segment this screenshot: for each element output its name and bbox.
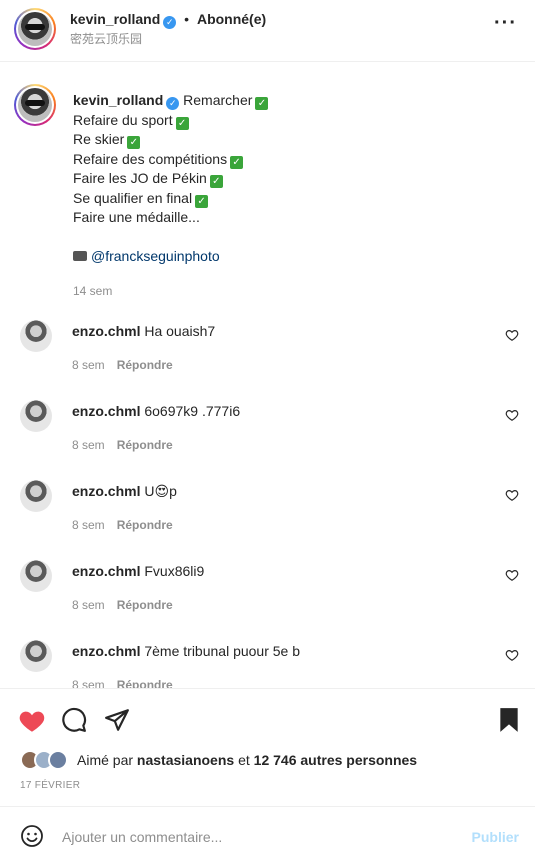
reply-button[interactable]: Répondre bbox=[117, 438, 173, 452]
commenter-avatar[interactable] bbox=[20, 320, 52, 352]
reply-button[interactable]: Répondre bbox=[117, 598, 173, 612]
caption-username[interactable]: kevin_rolland bbox=[73, 92, 163, 108]
post-location[interactable]: 密苑云顶乐园 bbox=[70, 30, 142, 47]
check-mark-icon: ✓ bbox=[195, 194, 209, 208]
add-comment-bar: Ajouter un commentaire... Publier bbox=[0, 806, 535, 854]
follow-status-button[interactable]: Abonné(e) bbox=[197, 11, 266, 27]
like-comment-heart-icon[interactable] bbox=[505, 408, 519, 422]
comment-text: Fvux86li9 bbox=[144, 563, 205, 579]
caption-line: Re skier bbox=[73, 131, 125, 147]
post-header: kevin_rolland ✓ • Abonné(e) 密苑云顶乐园 ··· bbox=[0, 0, 535, 62]
verified-badge-icon: ✓ bbox=[166, 97, 180, 110]
caption-line: Refaire des compétitions bbox=[73, 150, 228, 167]
comment-item: enzo.chml 6o697k9 .777i6 8 sem Répondre bbox=[0, 400, 535, 480]
caption-line: Faire une médaille... bbox=[73, 209, 200, 225]
comment-text: 6o697k9 .777i6 bbox=[144, 403, 241, 419]
comment-item: enzo.chml U😍p 8 sem Répondre bbox=[0, 480, 535, 560]
header-separator: • bbox=[184, 11, 190, 27]
caption-line: Faire les JO de Pékin bbox=[73, 170, 207, 186]
like-heart-icon[interactable] bbox=[18, 707, 46, 733]
reply-button[interactable]: Répondre bbox=[117, 358, 173, 372]
comment-time[interactable]: 8 sem bbox=[72, 598, 105, 612]
likes-summary: Aimé par nastasianoens et 12 746 autres … bbox=[0, 748, 535, 776]
comment-time[interactable]: 8 sem bbox=[72, 518, 105, 532]
comment-time[interactable]: 8 sem bbox=[72, 358, 105, 372]
comment-input[interactable]: Ajouter un commentaire... bbox=[62, 829, 222, 845]
caption-line: Se qualifier en final bbox=[73, 189, 193, 206]
post-action-bar bbox=[0, 688, 535, 748]
check-mark-icon: ✓ bbox=[127, 136, 141, 149]
post-date[interactable]: 17 FÉVRIER bbox=[20, 780, 80, 791]
comment-text: Ha ouaish7 bbox=[144, 323, 216, 339]
author-username[interactable]: kevin_rolland bbox=[70, 11, 160, 27]
caption-time[interactable]: 14 sem bbox=[73, 284, 112, 298]
check-mark-icon: ✓ bbox=[230, 155, 244, 169]
commenter-username[interactable]: enzo.chml bbox=[72, 563, 140, 579]
like-comment-heart-icon[interactable] bbox=[505, 568, 519, 582]
commenter-avatar[interactable] bbox=[20, 480, 52, 512]
like-comment-heart-icon[interactable] bbox=[505, 488, 519, 502]
check-mark-icon: ✓ bbox=[209, 175, 223, 188]
likes-conjunction: et bbox=[238, 752, 250, 768]
comment-item: enzo.chml 7ème tribunal puour 5e b 8 sem… bbox=[0, 640, 535, 688]
comment-item: enzo.chml Fvux86li9 8 sem Répondre bbox=[0, 560, 535, 640]
caption-author-avatar[interactable] bbox=[14, 84, 56, 126]
comment-bubble-icon[interactable] bbox=[61, 707, 87, 733]
comment-time[interactable]: 8 sem bbox=[72, 438, 105, 452]
author-avatar[interactable] bbox=[14, 8, 56, 50]
caption-line: Refaire du sport bbox=[73, 111, 173, 128]
caption-line: Remarcher bbox=[183, 92, 253, 108]
commenter-username[interactable]: enzo.chml bbox=[72, 403, 140, 419]
like-comment-heart-icon[interactable] bbox=[505, 328, 519, 342]
commenter-avatar[interactable] bbox=[20, 640, 52, 672]
verified-badge-icon: ✓ bbox=[163, 16, 177, 29]
liker-avatars[interactable] bbox=[20, 750, 72, 770]
commenter-username[interactable]: enzo.chml bbox=[72, 643, 140, 659]
reply-button[interactable]: Répondre bbox=[117, 678, 173, 688]
likes-prefix: Aimé par bbox=[77, 752, 134, 768]
comment-text: 7ème tribunal puour 5e b bbox=[144, 643, 301, 659]
reply-button[interactable]: Répondre bbox=[117, 518, 173, 532]
liker-avatar bbox=[48, 750, 68, 770]
comment-text: U😍p bbox=[144, 483, 177, 499]
video-camera-icon bbox=[73, 251, 87, 261]
other-likers-link[interactable]: 12 746 autres personnes bbox=[254, 752, 417, 768]
commenter-username[interactable]: enzo.chml bbox=[72, 483, 140, 499]
check-mark-icon: ✓ bbox=[255, 97, 269, 110]
commenter-avatar[interactable] bbox=[20, 400, 52, 432]
liker-username[interactable]: nastasianoens bbox=[137, 752, 234, 768]
more-options-icon[interactable]: ··· bbox=[494, 12, 517, 35]
like-comment-heart-icon[interactable] bbox=[505, 648, 519, 662]
publish-button[interactable]: Publier bbox=[472, 829, 519, 845]
comment-item: enzo.chml Ha ouaish7 8 sem Répondre bbox=[0, 320, 535, 400]
commenter-username[interactable]: enzo.chml bbox=[72, 323, 140, 339]
caption-text: kevin_rolland ✓ Remarcher ✓ Refaire du spo… bbox=[73, 91, 493, 301]
photographer-mention-link[interactable]: @franckseguinphoto bbox=[91, 248, 220, 264]
share-paper-plane-icon[interactable] bbox=[104, 707, 130, 733]
check-mark-icon: ✓ bbox=[175, 116, 189, 130]
comment-time[interactable]: 8 sem bbox=[72, 678, 105, 688]
save-bookmark-icon[interactable] bbox=[498, 707, 520, 733]
emoji-smiley-icon[interactable] bbox=[20, 824, 44, 848]
commenter-avatar[interactable] bbox=[20, 560, 52, 592]
